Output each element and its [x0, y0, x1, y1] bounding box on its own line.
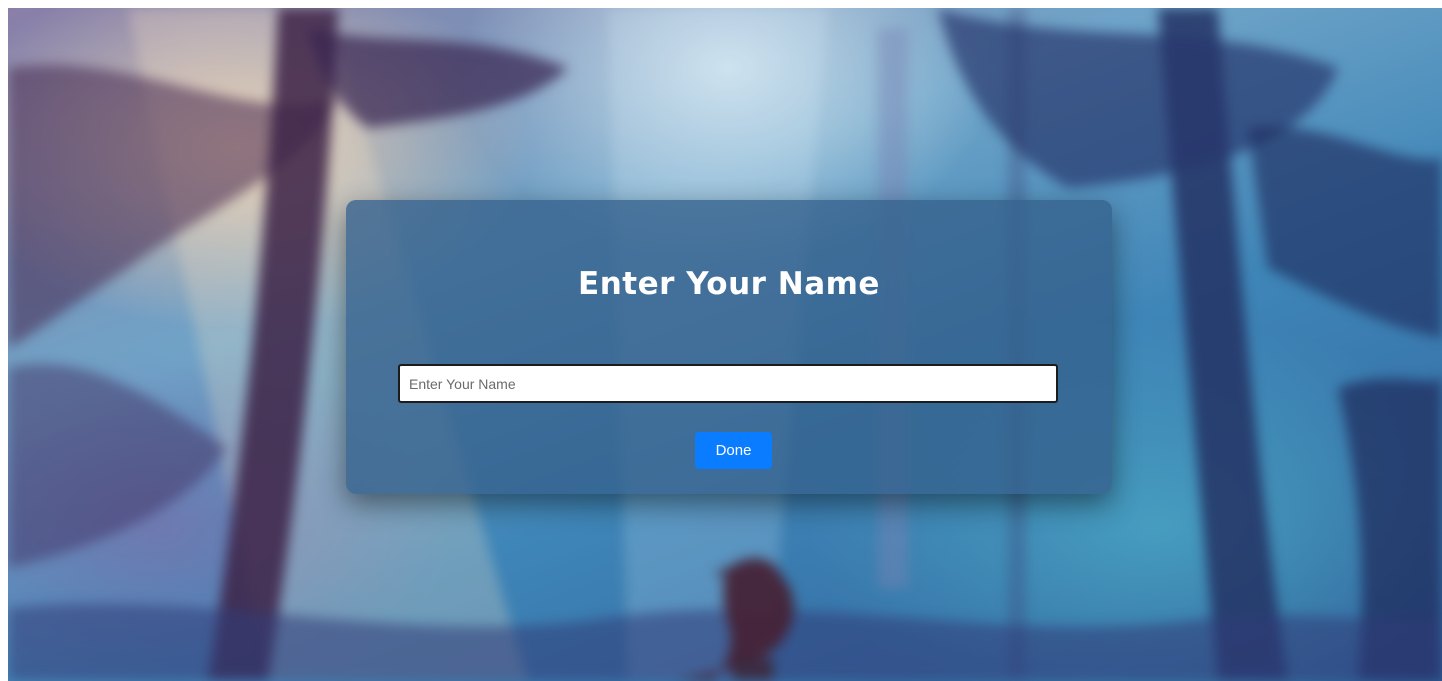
name-entry-dialog: Enter Your Name Done: [346, 200, 1112, 494]
done-button[interactable]: Done: [695, 432, 772, 469]
background-viewport: Enter Your Name Done: [8, 8, 1442, 681]
name-input[interactable]: [398, 364, 1058, 403]
dialog-title: Enter Your Name: [578, 266, 880, 302]
